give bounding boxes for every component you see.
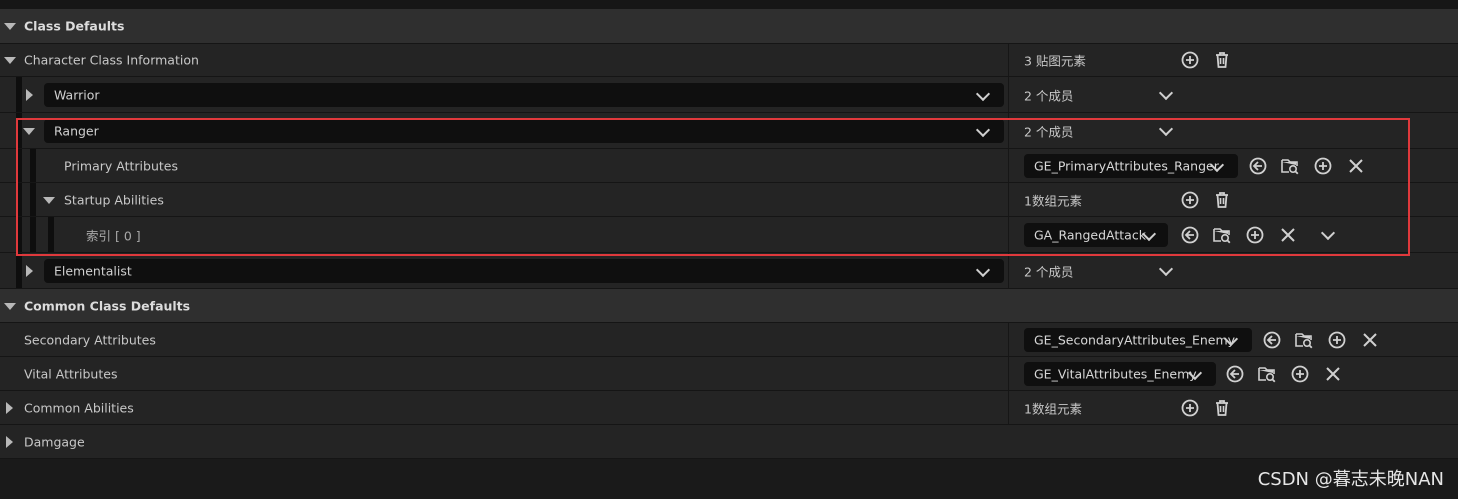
clear-icon[interactable] [1360, 330, 1380, 350]
browse-asset-icon[interactable] [1280, 156, 1300, 176]
property-label: Primary Attributes [64, 158, 178, 173]
collapse-arrow-icon[interactable] [26, 264, 33, 277]
collapse-arrow-icon[interactable] [26, 88, 33, 101]
index-label: 索引 [ 0 ] [86, 228, 141, 243]
asset-value: GE_PrimaryAttributes_Ranger [1034, 158, 1219, 173]
asset-value: GA_RangedAttack [1034, 227, 1146, 242]
section-common-class-defaults[interactable]: Common Class Defaults [0, 289, 1458, 323]
property-label: Damgage [24, 434, 85, 449]
property-label: Startup Abilities [64, 192, 164, 207]
collapse-arrow-icon[interactable] [6, 401, 13, 414]
row-elementalist: Elementalist 2 个成员 [0, 253, 1458, 289]
expand-arrow-icon[interactable] [4, 57, 16, 64]
asset-picker[interactable]: GE_VitalAttributes_Enemy [1024, 361, 1216, 386]
expand-arrow-icon[interactable] [23, 127, 35, 135]
row-primary-attributes: Primary Attributes GE_PrimaryAttributes_… [0, 149, 1458, 183]
chevron-down-icon[interactable] [1158, 261, 1174, 277]
section-class-defaults[interactable]: Class Defaults [0, 9, 1458, 44]
add-element-icon[interactable] [1180, 50, 1200, 70]
property-label: Vital Attributes [24, 366, 118, 381]
row-common-abilities: Common Abilities 1数组元素 [0, 391, 1458, 425]
browse-asset-icon[interactable] [1294, 330, 1314, 350]
map-count: 3 贴图元素 [1024, 53, 1086, 69]
member-count: 2 个成员 [1024, 124, 1074, 139]
browse-asset-icon[interactable] [1257, 364, 1277, 384]
section-title: Class Defaults [24, 18, 125, 34]
property-label: Character Class Information [24, 52, 199, 68]
row-warrior: Warrior 2 个成员 [0, 77, 1458, 113]
section-title: Common Class Defaults [24, 298, 191, 313]
member-count: 2 个成员 [1024, 88, 1074, 103]
chevron-down-icon[interactable] [1320, 225, 1336, 241]
class-key-combo[interactable]: Warrior [44, 82, 1004, 107]
chevron-down-icon [975, 122, 991, 137]
watermark: CSDN @暮志未晚NAN [1257, 469, 1444, 490]
row-ranger: Ranger 2 个成员 [0, 113, 1458, 149]
delete-all-icon[interactable] [1212, 398, 1232, 418]
combo-value: Ranger [54, 123, 99, 138]
chevron-down-icon[interactable] [1158, 121, 1174, 137]
property-label: Secondary Attributes [24, 332, 156, 347]
expand-arrow-icon[interactable] [43, 196, 55, 204]
add-icon[interactable] [1313, 156, 1333, 176]
use-selected-icon[interactable] [1225, 364, 1245, 384]
member-count: 2 个成员 [1024, 264, 1074, 279]
expand-arrow-icon[interactable] [4, 23, 16, 30]
chevron-down-icon [975, 86, 991, 101]
add-icon[interactable] [1245, 225, 1265, 245]
asset-picker[interactable]: GA_RangedAttack [1024, 222, 1168, 247]
asset-value: GE_VitalAttributes_Enemy [1034, 366, 1197, 381]
class-key-combo[interactable]: Elementalist [44, 258, 1004, 283]
clear-icon[interactable] [1278, 225, 1298, 245]
add-element-icon[interactable] [1180, 190, 1200, 210]
row-vital-attributes: Vital Attributes GE_VitalAttributes_Enem… [0, 357, 1458, 391]
row-index-0: 索引 [ 0 ] GA_RangedAttack [0, 217, 1458, 253]
row-startup-abilities: Startup Abilities 1数组元素 [0, 183, 1458, 217]
collapse-arrow-icon[interactable] [6, 435, 13, 448]
clear-icon[interactable] [1346, 156, 1366, 176]
row-damgage: Damgage [0, 425, 1458, 459]
expand-arrow-icon[interactable] [4, 302, 16, 310]
combo-value: Elementalist [54, 263, 132, 278]
property-label: Common Abilities [24, 400, 134, 415]
array-count: 1数组元素 [1024, 193, 1082, 208]
asset-picker[interactable]: GE_PrimaryAttributes_Ranger [1024, 153, 1238, 178]
asset-picker[interactable]: GE_SecondaryAttributes_Enemy [1024, 327, 1252, 352]
combo-value: Warrior [54, 87, 100, 102]
use-selected-icon[interactable] [1180, 225, 1200, 245]
chevron-down-icon [975, 262, 991, 277]
asset-value: GE_SecondaryAttributes_Enemy [1034, 332, 1236, 347]
array-count: 1数组元素 [1024, 401, 1082, 416]
add-element-icon[interactable] [1180, 398, 1200, 418]
top-strip [0, 0, 1458, 9]
use-selected-icon[interactable] [1248, 156, 1268, 176]
delete-all-icon[interactable] [1212, 50, 1232, 70]
add-icon[interactable] [1290, 364, 1310, 384]
use-selected-icon[interactable] [1262, 330, 1282, 350]
browse-asset-icon[interactable] [1212, 225, 1232, 245]
delete-all-icon[interactable] [1212, 190, 1232, 210]
clear-icon[interactable] [1323, 364, 1343, 384]
add-icon[interactable] [1327, 330, 1347, 350]
class-key-combo[interactable]: Ranger [44, 118, 1004, 143]
chevron-down-icon[interactable] [1158, 85, 1174, 101]
row-secondary-attributes: Secondary Attributes GE_SecondaryAttribu… [0, 323, 1458, 357]
row-character-class-information: Character Class Information 3 贴图元素 [0, 44, 1458, 77]
